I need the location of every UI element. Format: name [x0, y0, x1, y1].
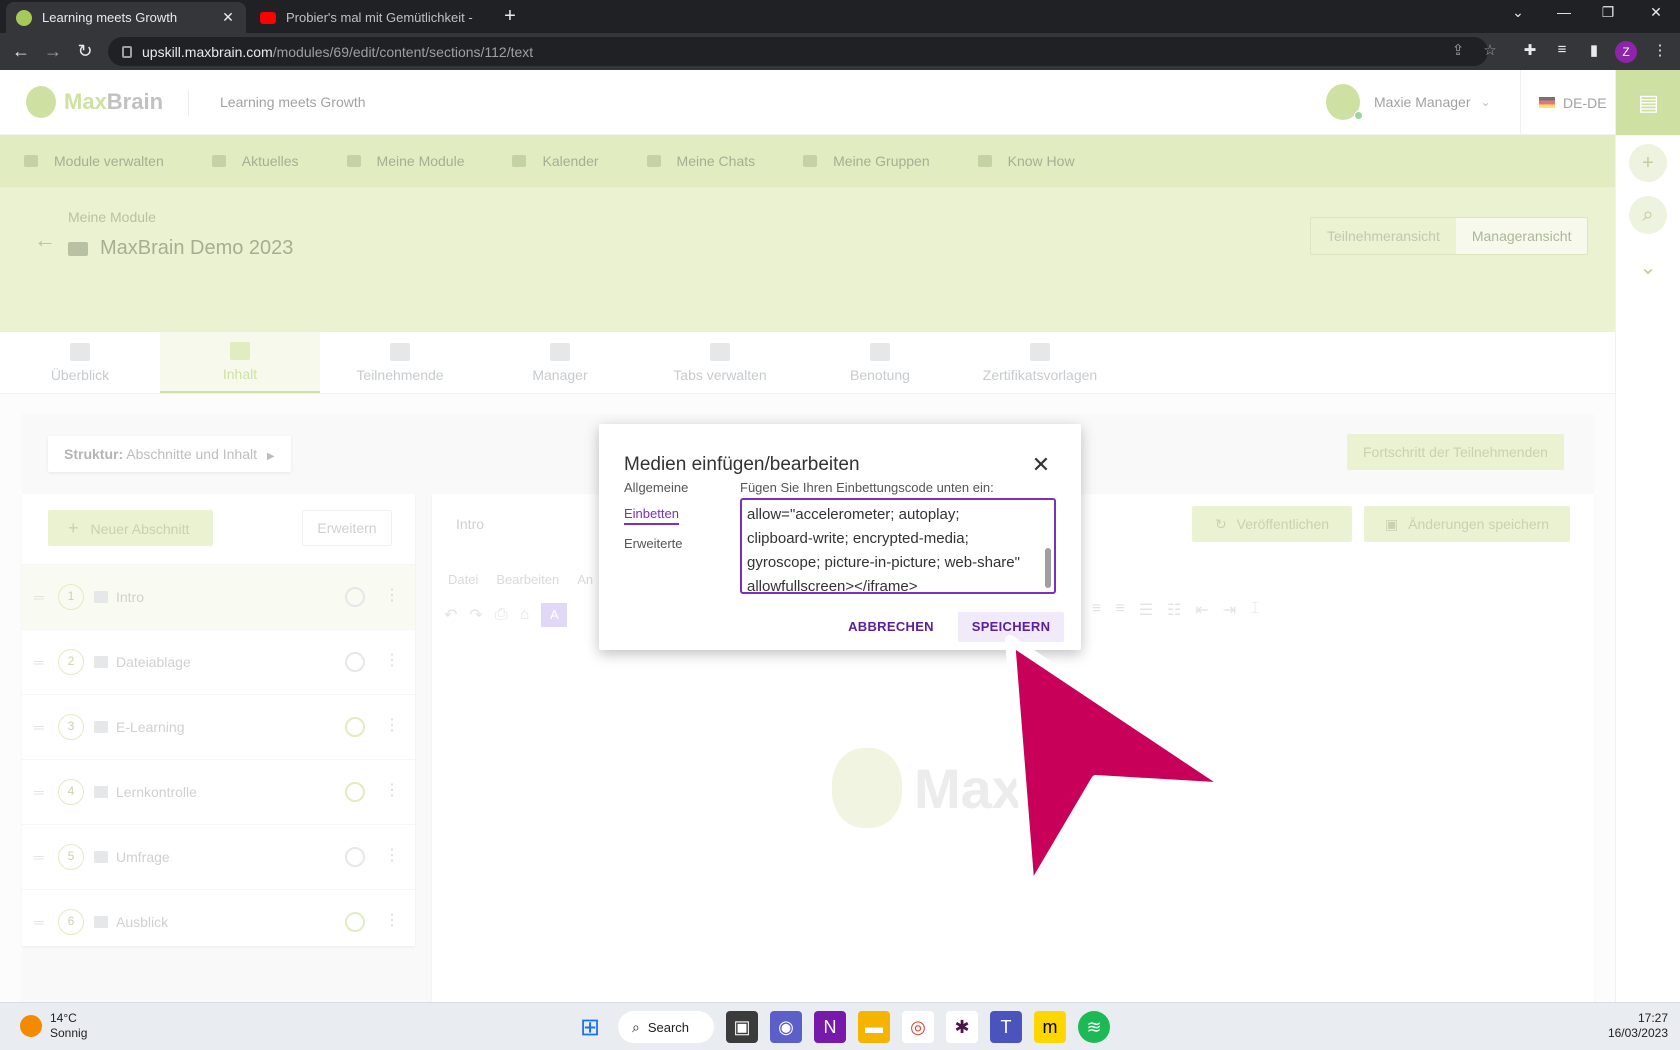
close-icon[interactable]: ✕	[1029, 452, 1053, 478]
close-window-icon[interactable]: ✕	[1636, 4, 1676, 21]
search-label: Search	[647, 1019, 690, 1035]
tab-title: Learning meets Growth	[42, 10, 178, 25]
browser-tab-active[interactable]: Learning meets Growth ✕	[6, 2, 246, 33]
profile-avatar[interactable]: Z	[1615, 41, 1637, 63]
close-tab-icon[interactable]: ✕	[220, 9, 236, 26]
task-view-icon[interactable]: ▣	[726, 1011, 758, 1043]
address-bar: ← → ↻ upskill.maxbrain.com/modules/69/ed…	[0, 33, 1680, 70]
textarea-scrollbar[interactable]	[1045, 548, 1051, 588]
lock-icon	[122, 45, 132, 58]
tab-title: Probier's mal mit Gemütlichkeit -	[286, 10, 473, 25]
extensions-icon[interactable]: ✚	[1518, 41, 1542, 59]
windows-start-icon[interactable]: ⊞	[574, 1011, 606, 1043]
teams-icon[interactable]: T	[990, 1011, 1022, 1043]
url-host: upskill.maxbrain.com	[142, 43, 273, 60]
reload-icon[interactable]: ↻	[74, 41, 96, 62]
tab-allgemeine[interactable]: Allgemeine	[624, 480, 688, 495]
embed-code-textarea[interactable]: allow="accelerometer; autoplay; clipboar…	[740, 498, 1056, 594]
temperature: 14°C	[50, 1011, 77, 1025]
browser-tab-youtube[interactable]: Probier's mal mit Gemütlichkeit -	[250, 2, 490, 33]
onenote-icon[interactable]: N	[814, 1011, 846, 1043]
youtube-favicon-icon	[260, 11, 276, 24]
cancel-button[interactable]: ABBRECHEN	[839, 612, 943, 642]
taskbar-apps: ⊞ ⌕ Search ▣ ◉ N ▬ ◎ ✱ T m ≋	[574, 1011, 1110, 1043]
menu-kebab-icon[interactable]: ⋮	[1648, 41, 1672, 59]
slack-icon[interactable]: ✱	[946, 1011, 978, 1043]
url-field[interactable]: upskill.maxbrain.com/modules/69/edit/con…	[108, 37, 1488, 66]
media-dialog: Medien einfügen/bearbeiten ✕ Allgemeine …	[599, 424, 1081, 650]
clock-time: 17:27	[1637, 1011, 1668, 1025]
teams-chat-icon[interactable]: ◉	[770, 1011, 802, 1043]
dialog-tabs: Allgemeine Einbetten Erweiterte	[624, 480, 688, 562]
sun-icon	[20, 1015, 42, 1037]
share-icon[interactable]: ⇪	[1446, 41, 1470, 59]
browser-tab-bar: Learning meets Growth ✕ Probier's mal mi…	[0, 0, 1680, 33]
minimize-icon[interactable]: —	[1544, 4, 1584, 20]
back-icon[interactable]: ←	[10, 41, 32, 62]
maxbrain-favicon-icon	[16, 9, 32, 26]
dialog-title: Medien einfügen/bearbeiten	[624, 454, 860, 475]
miro-icon[interactable]: m	[1034, 1011, 1066, 1043]
restore-icon[interactable]: ❐	[1588, 4, 1628, 21]
weather-widget[interactable]: 14°C Sonnig	[20, 1011, 87, 1041]
media-icon[interactable]: ≡	[1550, 41, 1574, 58]
tab-erweiterte[interactable]: Erweiterte	[624, 536, 688, 551]
forward-icon[interactable]: →	[42, 41, 64, 62]
tab-einbetten[interactable]: Einbetten	[624, 506, 679, 525]
spotify-icon[interactable]: ≋	[1078, 1011, 1110, 1043]
new-tab-button[interactable]: +	[498, 6, 522, 28]
windows-taskbar: 14°C Sonnig ⊞ ⌕ Search ▣ ◉ N ▬ ◎ ✱ T m ≋ …	[0, 1002, 1680, 1050]
weather-condition: Sonnig	[50, 1026, 88, 1040]
tab-search-icon[interactable]: ⌄	[1498, 4, 1538, 21]
search-icon: ⌕	[632, 1018, 640, 1035]
taskbar-search[interactable]: ⌕ Search	[618, 1011, 714, 1043]
embed-code-label: Fügen Sie Ihren Einbettungscode unten ei…	[740, 480, 994, 495]
clock-date: 16/03/2023	[1607, 1026, 1668, 1040]
mouse-cursor-icon	[1005, 635, 1237, 897]
bookmark-star-icon[interactable]: ☆	[1478, 41, 1502, 59]
url-path: /modules/69/edit/content/sections/112/te…	[272, 43, 534, 60]
side-panel-icon[interactable]: ▮	[1582, 41, 1606, 59]
system-clock[interactable]: 17:27 16/03/2023	[1598, 1011, 1668, 1041]
file-explorer-icon[interactable]: ▬	[858, 1011, 890, 1043]
chrome-icon[interactable]: ◎	[902, 1011, 934, 1043]
